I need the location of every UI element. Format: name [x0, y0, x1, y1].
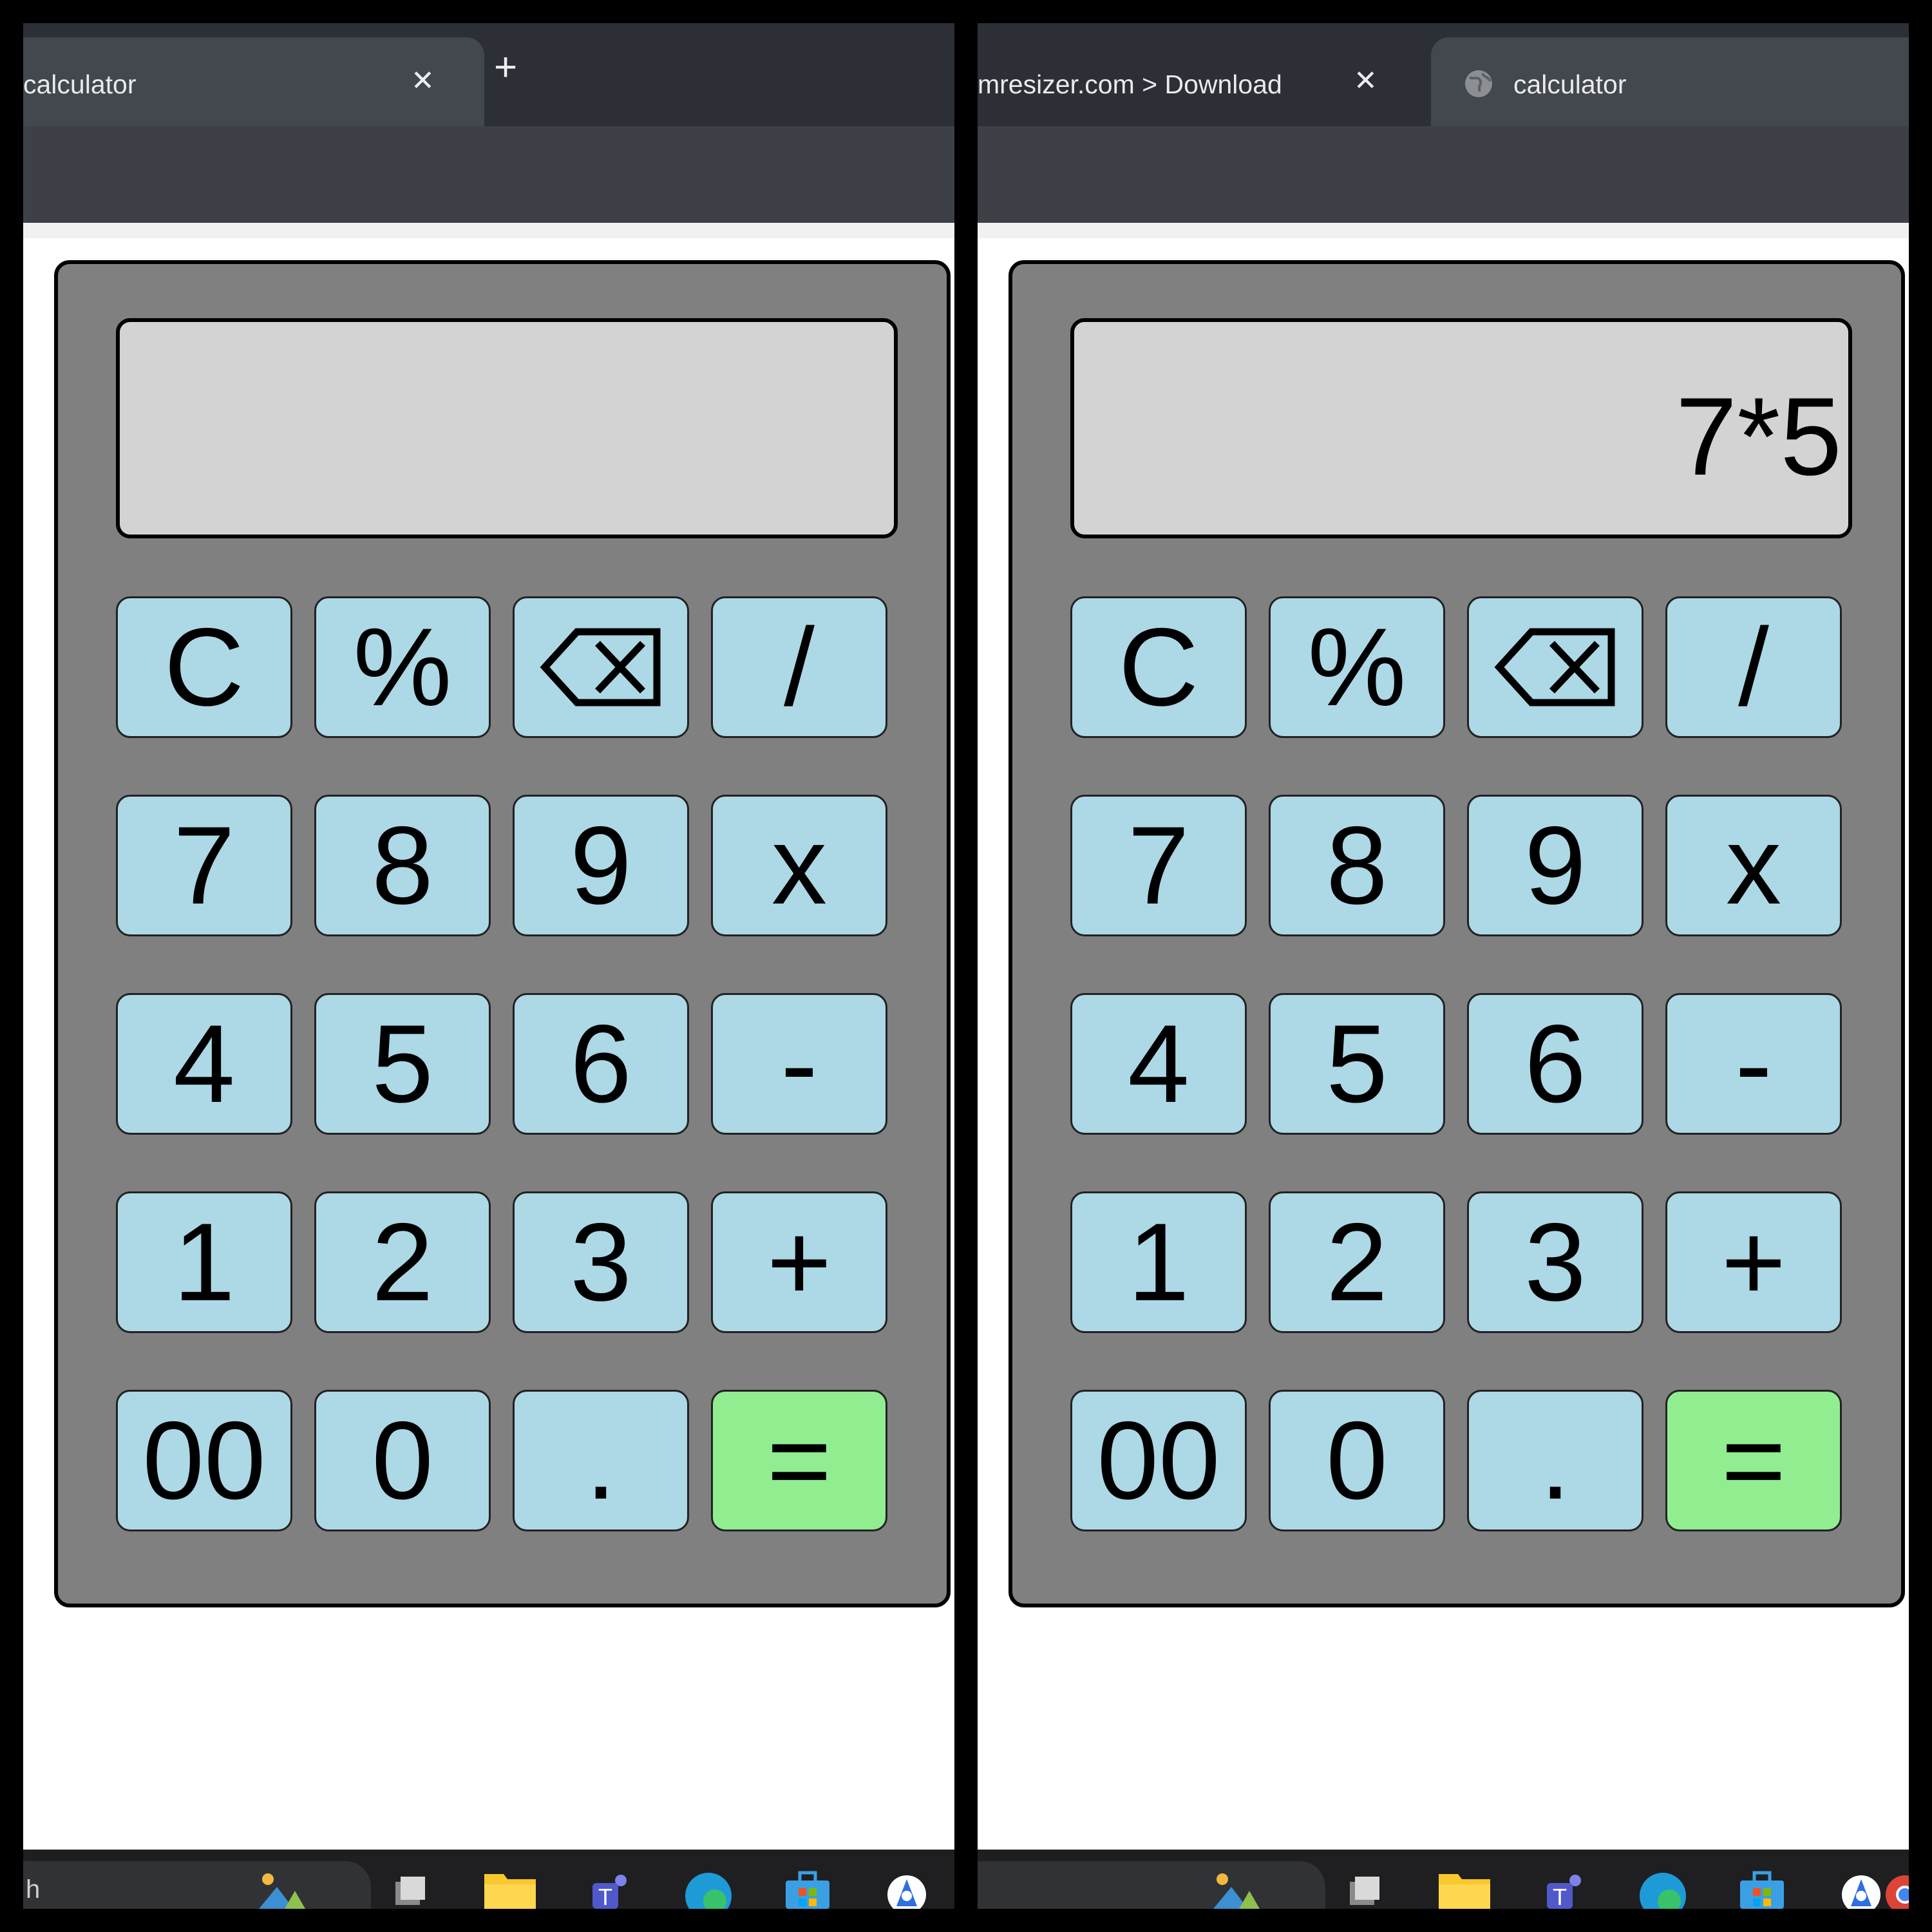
file-explorer-icon[interactable] — [484, 1868, 536, 1909]
calculator-display: 7*5 — [1070, 318, 1852, 538]
tab-strip: calculator ✕ + — [23, 23, 954, 128]
digit-5-button[interactable]: 5 — [314, 993, 491, 1135]
taskbar-search-box[interactable]: h — [23, 1861, 371, 1909]
percent-button[interactable]: % — [314, 596, 491, 738]
digit-6-button[interactable]: 6 — [1467, 993, 1643, 1135]
clear-button[interactable]: C — [1070, 596, 1247, 738]
taskbar-search-box[interactable] — [978, 1861, 1325, 1909]
clear-button[interactable]: C — [116, 596, 292, 738]
widgets-icon[interactable] — [255, 1868, 307, 1909]
split-divider — [954, 0, 978, 1932]
teams-icon[interactable]: T — [1538, 1868, 1589, 1909]
multiply-button[interactable]: x — [711, 795, 887, 936]
task-view-icon[interactable] — [1338, 1868, 1390, 1909]
edge-icon[interactable] — [1637, 1868, 1689, 1909]
calculator-display — [116, 318, 898, 538]
tab-title: calculator — [23, 70, 137, 99]
right-browser-window: mresizer.com > Download ✕ calculator 7*5… — [978, 23, 1909, 1909]
digit-9-button[interactable]: 9 — [1467, 795, 1643, 936]
digit-7-button[interactable]: 7 — [1070, 795, 1247, 936]
percent-button[interactable]: % — [1269, 596, 1445, 738]
digit-1-button[interactable]: 1 — [1070, 1191, 1247, 1333]
digit-3-button[interactable]: 3 — [1467, 1191, 1643, 1333]
svg-text:T: T — [1553, 1884, 1567, 1909]
digit-5-button[interactable]: 5 — [1269, 993, 1445, 1135]
digit-4-button[interactable]: 4 — [1070, 993, 1247, 1135]
equals-button[interactable]: = — [711, 1390, 887, 1531]
tab-calculator[interactable]: calculator ✕ — [23, 37, 484, 128]
double-zero-button[interactable]: 00 — [1070, 1390, 1247, 1531]
digit-0-button[interactable]: 0 — [314, 1390, 491, 1531]
decimal-button[interactable]: . — [1467, 1390, 1643, 1531]
digit-1-button[interactable]: 1 — [116, 1191, 292, 1333]
toolbar-divider — [23, 223, 954, 238]
browser-toolbar — [978, 126, 1909, 223]
chrome-icon[interactable] — [1879, 1868, 1909, 1909]
teams-icon[interactable]: T — [583, 1868, 635, 1909]
add-button[interactable]: + — [711, 1191, 887, 1333]
toolbar-divider — [978, 223, 1909, 238]
left-browser-window: calculator ✕ + C % / 7 8 9 x 4 5 6 - 1 2 — [23, 23, 954, 1909]
digit-2-button[interactable]: 2 — [1269, 1191, 1445, 1333]
digit-8-button[interactable]: 8 — [1269, 795, 1445, 936]
digit-6-button[interactable]: 6 — [513, 993, 689, 1135]
backspace-button[interactable] — [513, 596, 689, 738]
browser-toolbar — [23, 126, 954, 223]
digit-8-button[interactable]: 8 — [314, 795, 491, 936]
tab-title: mresizer.com > Download — [978, 70, 1282, 99]
svg-text:T: T — [598, 1884, 612, 1909]
tab-title: calculator — [1513, 70, 1627, 99]
taskbar-search-text: h — [26, 1875, 41, 1904]
double-zero-button[interactable]: 00 — [116, 1390, 292, 1531]
display-value: 7*5 — [1675, 375, 1842, 498]
decimal-button[interactable]: . — [513, 1390, 689, 1531]
taskbar: T — [978, 1850, 1909, 1909]
file-explorer-icon[interactable] — [1439, 1868, 1490, 1909]
digit-3-button[interactable]: 3 — [513, 1191, 689, 1333]
digit-9-button[interactable]: 9 — [513, 795, 689, 936]
subtract-button[interactable]: - — [711, 993, 887, 1135]
taskbar: h T — [23, 1850, 954, 1909]
tab-strip: mresizer.com > Download ✕ calculator — [978, 23, 1909, 128]
subtract-button[interactable]: - — [1665, 993, 1842, 1135]
globe-icon — [1465, 70, 1492, 97]
edge-icon[interactable] — [683, 1868, 734, 1909]
microsoft-store-icon[interactable] — [1736, 1868, 1788, 1909]
digit-4-button[interactable]: 4 — [116, 993, 292, 1135]
backspace-button[interactable] — [1467, 596, 1643, 738]
app-icon[interactable] — [881, 1868, 933, 1909]
calculator: C % / 7 8 9 x 4 5 6 - 1 2 3 + 00 0 . = — [54, 260, 951, 1607]
equals-button[interactable]: = — [1665, 1390, 1842, 1531]
microsoft-store-icon[interactable] — [782, 1868, 833, 1909]
backspace-icon — [540, 628, 661, 706]
new-tab-button[interactable]: + — [494, 48, 517, 88]
task-view-icon[interactable] — [384, 1868, 435, 1909]
divide-button[interactable]: / — [711, 596, 887, 738]
backspace-icon — [1494, 628, 1615, 706]
multiply-button[interactable]: x — [1665, 795, 1842, 936]
tab-close-icon[interactable]: ✕ — [411, 67, 435, 95]
tab-calculator[interactable]: calculator — [1431, 37, 1909, 128]
calculator: 7*5 C % / 7 8 9 x 4 5 6 - 1 2 3 + 00 0 .… — [1009, 260, 1905, 1607]
tab-download[interactable]: mresizer.com > Download ✕ — [978, 37, 1428, 128]
divide-button[interactable]: / — [1665, 596, 1842, 738]
digit-2-button[interactable]: 2 — [314, 1191, 491, 1333]
digit-0-button[interactable]: 0 — [1269, 1390, 1445, 1531]
add-button[interactable]: + — [1665, 1191, 1842, 1333]
digit-7-button[interactable]: 7 — [116, 795, 292, 936]
widgets-icon[interactable] — [1209, 1868, 1261, 1909]
tab-close-icon[interactable]: ✕ — [1354, 67, 1378, 95]
